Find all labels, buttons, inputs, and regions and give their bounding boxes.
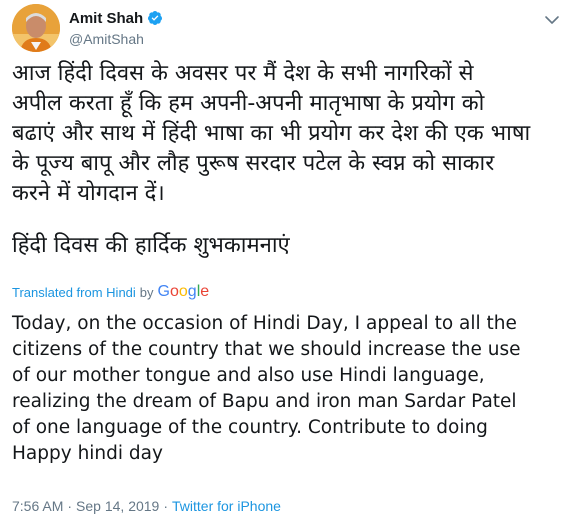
translation-attribution: Translated from Hindi by Google <box>12 282 209 302</box>
author-names: Amit Shah @AmitShah <box>69 8 163 47</box>
english-line: realizing the dream of Bapu and iron man… <box>12 391 517 412</box>
avatar[interactable] <box>12 4 60 52</box>
hindi-line: अपील करता हूँ कि हम अपनी-अपनी मातृभाषा क… <box>12 91 485 116</box>
verified-badge-icon <box>148 11 163 25</box>
hindi-greeting: हिंदी दिवस की हार्दिक शुभकामनाएं <box>12 233 290 258</box>
tweet-time[interactable]: 7:56 AM <box>12 498 63 514</box>
avatar-photo-icon <box>12 4 60 52</box>
tweet-card: Amit Shah @AmitShah आज हिंदी दिवस के अवस… <box>0 0 576 526</box>
chevron-down-icon[interactable] <box>544 12 560 28</box>
hindi-line: के पूज्य बापू और लौह पुरूष सरदार पटेल के… <box>12 151 495 176</box>
google-logo: Google <box>157 283 210 300</box>
english-line: of one language of the country. Contribu… <box>12 417 488 438</box>
hindi-line: आज हिंदी दिवस के अवसर पर मैं देश के सभी … <box>12 61 474 86</box>
english-line: Happy hindi day <box>12 443 163 464</box>
hindi-line: करने में योगदान दें। <box>12 181 165 206</box>
translated-by-label: by <box>139 284 154 300</box>
tweet-date[interactable]: Sep 14, 2019 <box>76 498 159 514</box>
translated-from-link[interactable]: Translated from Hindi <box>12 285 136 300</box>
author-display-name[interactable]: Amit Shah <box>69 10 143 27</box>
meta-separator: · <box>67 498 73 514</box>
tweet-meta: 7:56 AM · Sep 14, 2019 · Twitter for iPh… <box>12 496 281 516</box>
tweet-text-hindi: आज हिंदी दिवस के अवसर पर मैं देश के सभी … <box>12 59 568 209</box>
english-line: of our mother tongue and also use Hindi … <box>12 365 485 386</box>
tweet-header: Amit Shah @AmitShah <box>12 4 564 54</box>
tweet-source-link[interactable]: Twitter for iPhone <box>172 498 281 514</box>
english-line: Today, on the occasion of Hindi Day, I a… <box>12 313 517 334</box>
name-row: Amit Shah <box>69 8 163 28</box>
hindi-line: बढाएं और साथ में हिंदी भाषा का भी प्रयोग… <box>12 121 531 146</box>
author-handle[interactable]: @AmitShah <box>69 31 163 47</box>
tweet-text-english: Today, on the occasion of Hindi Day, I a… <box>12 311 572 467</box>
english-line: citizens of the country that we should i… <box>12 339 521 360</box>
meta-separator: · <box>163 498 169 514</box>
